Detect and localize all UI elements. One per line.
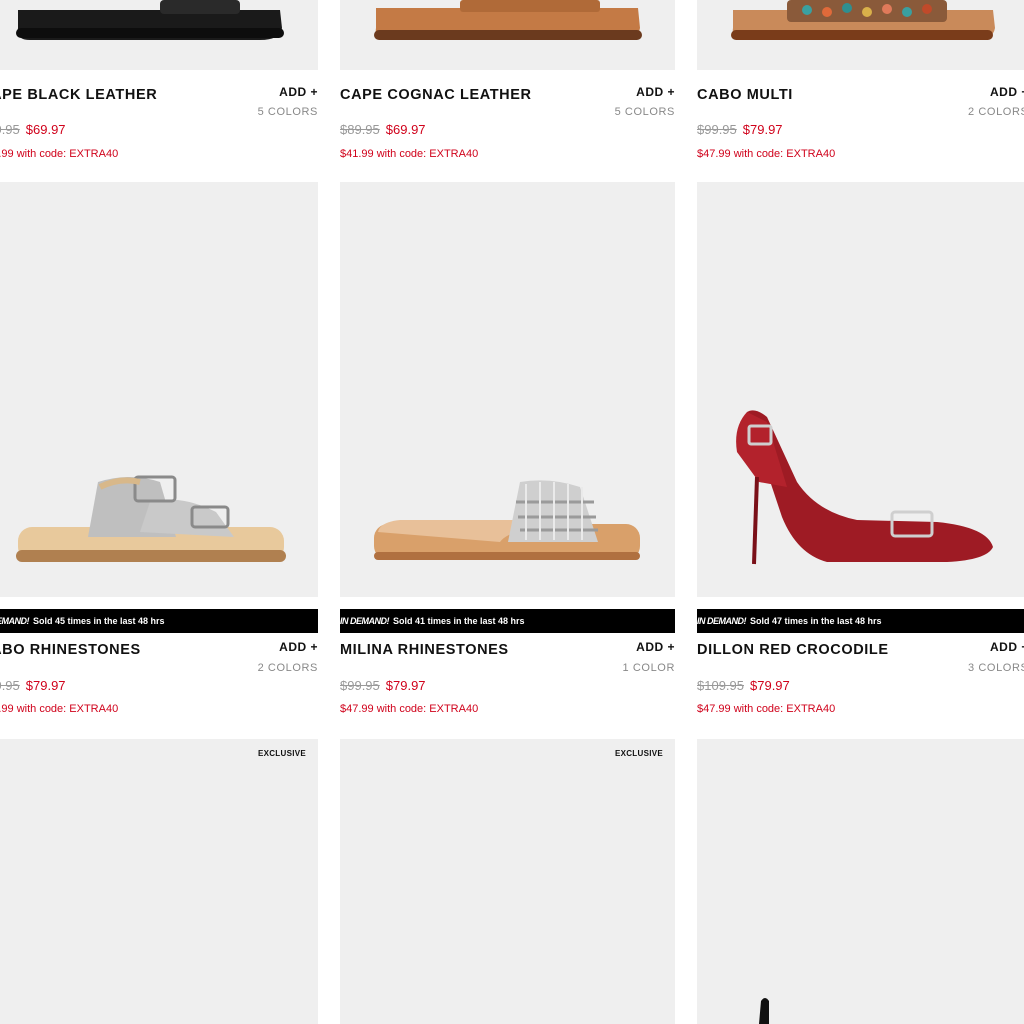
- sale-price: $79.97: [750, 678, 790, 693]
- sale-price: $79.97: [385, 678, 426, 693]
- color-count: 3 COLORS: [968, 662, 1024, 674]
- exclusive-badge: EXCLUSIVE: [257, 749, 306, 758]
- product-image[interactable]: [340, 0, 675, 70]
- promo-code-text: $41.99 with code: EXTRA40: [0, 148, 119, 160]
- price-row: $99.95 $79.97: [340, 678, 426, 693]
- promo-code-text: $47.99 with code: EXTRA40: [697, 148, 836, 160]
- sale-price: $69.97: [385, 122, 426, 137]
- color-count: 5 COLORS: [614, 106, 675, 118]
- red-crocodile-heel-image: [736, 410, 993, 565]
- milina-rhinestones-sandal-image: [374, 480, 640, 560]
- original-price: $99.95: [340, 678, 380, 693]
- multi-jewel-sandal-image: [731, 0, 995, 40]
- price-row: $109.95 $79.97: [697, 678, 790, 693]
- in-demand-text: Sold 45 times in the last 48 hrs: [33, 616, 165, 626]
- sale-price: $79.97: [25, 678, 66, 693]
- product-name[interactable]: CABO MULTI: [697, 87, 793, 103]
- product-image[interactable]: [340, 739, 675, 1024]
- sale-price: $79.97: [742, 122, 783, 137]
- color-count: 2 COLORS: [257, 662, 318, 674]
- color-count: 5 COLORS: [257, 106, 318, 118]
- product-card[interactable]: CABO MULTI ADD + 2 COLORS $99.95 $79.97 $…: [697, 0, 1024, 175]
- promo-code-text: $47.99 with code: EXTRA40: [340, 703, 479, 715]
- cognac-sandal-image: [374, 0, 642, 40]
- original-price: $99.95: [0, 678, 20, 693]
- product-image[interactable]: [0, 0, 318, 70]
- add-to-cart-button[interactable]: ADD +: [279, 640, 318, 654]
- in-demand-text: Sold 41 times in the last 48 hrs: [393, 616, 525, 626]
- black-shoe-partial-image: [759, 998, 769, 1024]
- product-image[interactable]: [0, 739, 318, 1024]
- add-to-cart-button[interactable]: ADD +: [636, 640, 675, 654]
- product-image[interactable]: [0, 182, 318, 597]
- in-demand-tag: IN DEMAND!: [340, 616, 390, 626]
- price-row: $89.95 $69.97: [340, 122, 426, 137]
- color-count: 1 COLOR: [622, 662, 675, 674]
- exclusive-badge: EXCLUSIVE: [614, 749, 663, 758]
- product-image[interactable]: [340, 182, 675, 597]
- product-image[interactable]: [697, 0, 1024, 70]
- product-card[interactable]: [697, 739, 1024, 1024]
- add-to-cart-button[interactable]: ADD +: [279, 85, 318, 99]
- product-name[interactable]: CABO RHINESTONES: [0, 642, 141, 658]
- product-card[interactable]: EXCLUSIVE: [340, 739, 675, 1024]
- price-row: $99.95 $79.97: [697, 122, 783, 137]
- black-sandal-image: [16, 0, 284, 40]
- original-price: $89.95: [0, 122, 20, 137]
- in-demand-text: Sold 47 times in the last 48 hrs: [750, 616, 882, 626]
- promo-code-text: $47.99 with code: EXTRA40: [0, 703, 119, 715]
- price-row: $89.95 $69.97: [0, 122, 66, 137]
- add-to-cart-button[interactable]: ADD +: [636, 85, 675, 99]
- product-card[interactable]: IN DEMAND! Sold 47 times in the last 48 h…: [697, 182, 1024, 727]
- in-demand-banner: IN DEMAND!Sold 45 times in the last 48 h…: [0, 609, 318, 633]
- product-name[interactable]: DILLON RED CROCODILE: [697, 642, 889, 658]
- product-card[interactable]: IN DEMAND!Sold 45 times in the last 48 h…: [0, 182, 318, 727]
- cabo-rhinestones-sandal-image: [16, 475, 286, 562]
- product-name[interactable]: MILINA RHINESTONES: [340, 642, 509, 658]
- color-count: 2 COLORS: [968, 106, 1024, 118]
- product-image[interactable]: [697, 739, 1024, 1024]
- product-card[interactable]: CAPE COGNAC LEATHER ADD + 5 COLORS $89.9…: [340, 0, 675, 175]
- promo-code-text: $47.99 with code: EXTRA40: [697, 703, 836, 715]
- product-card[interactable]: EXCLUSIVE: [0, 739, 318, 1024]
- promo-code-text: $41.99 with code: EXTRA40: [340, 148, 479, 160]
- sale-price: $69.97: [25, 122, 66, 137]
- original-price: $109.95: [697, 678, 744, 693]
- in-demand-banner: IN DEMAND! Sold 41 times in the last 48 h…: [340, 609, 675, 633]
- in-demand-tag: IN DEMAND!: [0, 616, 30, 626]
- product-image[interactable]: [697, 182, 1024, 597]
- product-name[interactable]: CAPE COGNAC LEATHER: [340, 87, 532, 103]
- product-card[interactable]: CAPE BLACK LEATHER ADD + 5 COLORS $89.95…: [0, 0, 318, 175]
- original-price: $89.95: [340, 122, 380, 137]
- price-row: $99.95 $79.97: [0, 678, 66, 693]
- in-demand-tag: IN DEMAND!: [697, 616, 747, 626]
- original-price: $99.95: [697, 122, 737, 137]
- add-to-cart-button[interactable]: ADD +: [990, 640, 1024, 654]
- in-demand-banner: IN DEMAND! Sold 47 times in the last 48 h…: [697, 609, 1024, 633]
- product-name[interactable]: CAPE BLACK LEATHER: [0, 87, 157, 103]
- add-to-cart-button[interactable]: ADD +: [990, 85, 1024, 99]
- product-card[interactable]: IN DEMAND! Sold 41 times in the last 48 h…: [340, 182, 675, 727]
